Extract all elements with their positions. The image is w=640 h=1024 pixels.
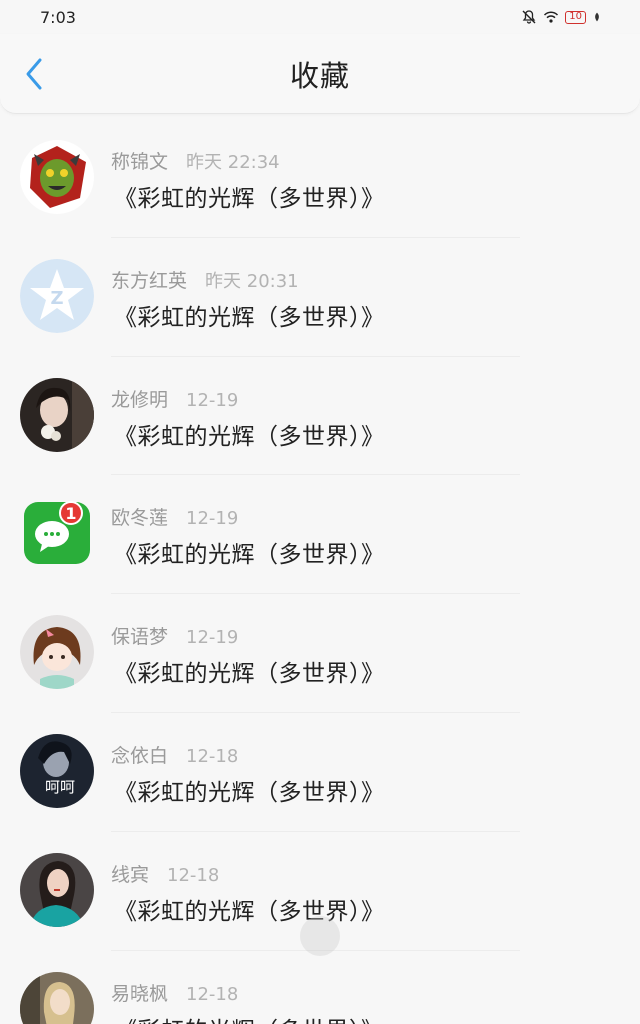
floating-assistive-button[interactable] <box>300 916 340 956</box>
list-item[interactable]: 称锦文 昨天 22:34 《彩虹的光辉（多世界）》 <box>0 119 640 238</box>
wifi-icon <box>544 11 559 23</box>
list-item[interactable]: Z 东方红英 昨天 20:31 《彩虹的光辉（多世界）》 <box>0 238 640 357</box>
girl-flower-avatar[interactable] <box>20 377 94 452</box>
monster-avatar[interactable] <box>20 140 94 214</box>
contact-name: 欧冬莲 <box>111 507 169 530</box>
favorite-title: 《彩虹的光辉（多世界）》 <box>114 542 385 569</box>
status-icons: 10 <box>521 9 602 25</box>
wechat-badge: 1 <box>65 504 76 523</box>
hehe-avatar[interactable]: 呵呵 <box>20 733 94 808</box>
item-header: 线宾 12-18 <box>111 860 219 887</box>
contact-name: 东方红英 <box>111 269 188 292</box>
contact-name: 保语梦 <box>111 626 169 649</box>
list-item[interactable]: 易晓枫 12-18 《彩虹的光辉（多世界）》 <box>0 951 640 1024</box>
timestamp: 昨天 20:31 <box>205 270 299 292</box>
item-header: 东方红英 昨天 20:31 <box>111 266 299 293</box>
nav-bar: 收藏 <box>0 34 640 114</box>
item-header: 称锦文 昨天 22:34 <box>111 147 280 174</box>
contact-name: 念依白 <box>111 744 169 767</box>
contact-name: 线宾 <box>111 863 150 886</box>
favorite-title: 《彩虹的光辉（多世界）》 <box>114 186 385 212</box>
favorite-title: 《彩虹的光辉（多世界）》 <box>114 304 385 331</box>
item-header: 易晓枫 12-18 <box>111 979 238 1006</box>
timestamp: 12-18 <box>186 983 239 1005</box>
status-bar: 7:03 10 <box>0 0 640 34</box>
list-item[interactable]: 呵呵 念依白 12-18 《彩虹的光辉（多世界）》 <box>0 713 640 832</box>
star-avatar[interactable]: Z <box>20 258 94 333</box>
contact-name: 龙修明 <box>111 388 169 411</box>
status-time: 7:03 <box>40 7 76 27</box>
woman-teal-avatar[interactable] <box>20 852 94 927</box>
hehe-text: 呵呵 <box>45 778 75 796</box>
favorite-title: 《彩虹的光辉（多世界）》 <box>114 779 385 806</box>
favorite-title: 《彩虹的光辉（多世界）》 <box>114 661 385 688</box>
timestamp: 12-19 <box>186 389 239 411</box>
favorite-title: 《彩虹的光辉（多世界）》 <box>114 898 385 925</box>
favorites-list: 称锦文 昨天 22:34 《彩虹的光辉（多世界）》 Z 东方红英 昨天 20:31 … <box>0 119 640 1024</box>
item-header: 欧冬莲 12-19 <box>111 503 238 530</box>
list-item[interactable]: 1 欧冬莲 12-19 《彩虹的光辉（多世界）》 <box>0 475 640 595</box>
item-header: 保语梦 12-19 <box>111 622 238 649</box>
blonde-avatar[interactable] <box>20 971 94 1024</box>
leaf-icon <box>595 12 599 22</box>
favorite-title: 《彩虹的光辉（多世界）》 <box>114 1011 385 1024</box>
timestamp: 12-18 <box>186 745 239 767</box>
contact-name: 易晓枫 <box>111 982 169 1005</box>
timestamp: 昨天 22:34 <box>186 152 280 173</box>
mute-icon <box>522 10 536 24</box>
timestamp: 12-18 <box>167 864 220 886</box>
timestamp: 12-19 <box>186 627 239 649</box>
item-header: 念依白 12-18 <box>111 741 238 768</box>
battery-icon: 10 <box>565 10 586 24</box>
cartoon-girl-avatar[interactable] <box>20 615 94 690</box>
favorite-title: 《彩虹的光辉（多世界）》 <box>114 423 385 450</box>
page-title: 收藏 <box>289 59 350 93</box>
item-header: 龙修明 12-19 <box>111 385 238 412</box>
list-item[interactable]: 保语梦 12-19 《彩虹的光辉（多世界）》 <box>0 594 640 713</box>
timestamp: 12-19 <box>186 508 239 530</box>
wechat-avatar[interactable]: 1 <box>20 496 94 570</box>
contact-name: 称锦文 <box>111 151 169 173</box>
svg-text:Z: Z <box>50 288 63 309</box>
list-item[interactable]: 龙修明 12-19 《彩虹的光辉（多世界）》 <box>0 357 640 476</box>
